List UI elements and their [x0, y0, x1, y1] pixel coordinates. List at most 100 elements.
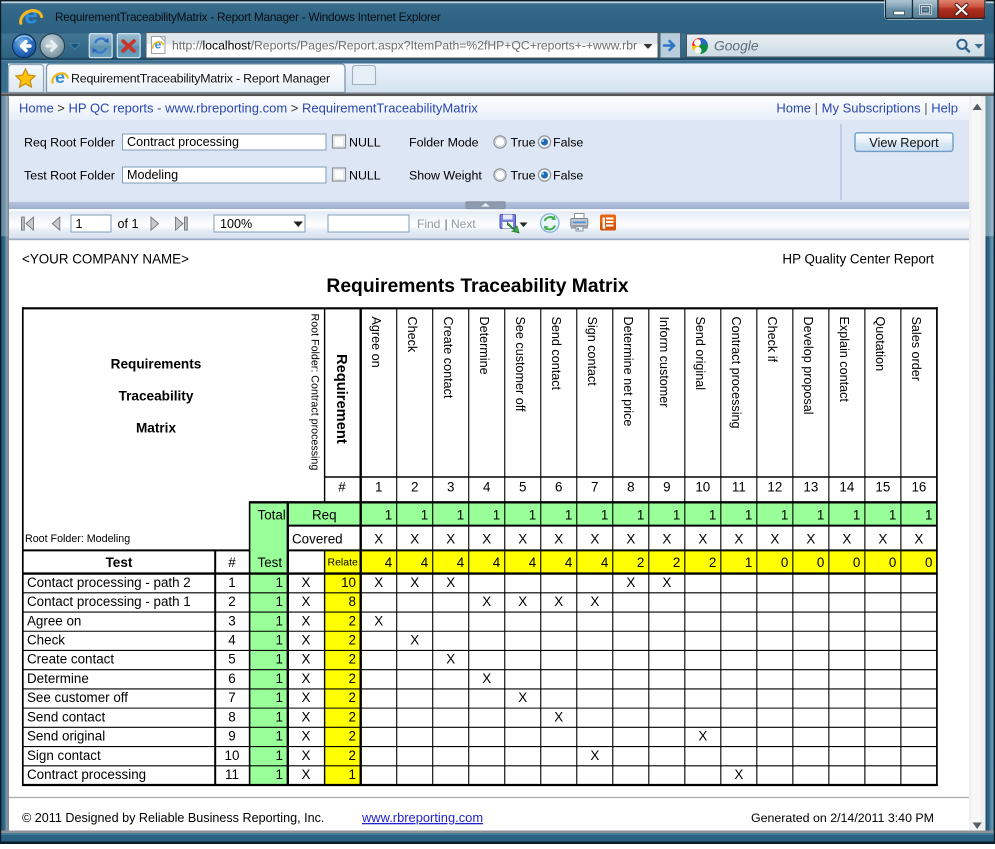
svg-text:X: X	[302, 767, 311, 782]
svg-text:10: 10	[225, 748, 240, 763]
svg-text:Requirements: Requirements	[111, 357, 202, 372]
svg-text:1: 1	[349, 767, 356, 782]
svg-text:1: 1	[276, 709, 283, 724]
svg-text:8: 8	[228, 709, 235, 724]
svg-text:11: 11	[732, 480, 746, 495]
svg-text:4: 4	[493, 555, 501, 570]
svg-text:Modeling: Modeling	[127, 168, 178, 182]
svg-text:12: 12	[767, 480, 782, 495]
svg-text:X: X	[554, 532, 563, 547]
svg-text:1: 1	[276, 633, 283, 648]
svg-text:Test: Test	[258, 555, 283, 570]
svg-text:5: 5	[228, 652, 235, 667]
svg-text:X: X	[698, 532, 707, 547]
svg-text:e: e	[155, 37, 162, 51]
svg-text:1: 1	[276, 690, 283, 705]
svg-text:2: 2	[673, 555, 680, 570]
svg-text:True: True	[511, 136, 536, 150]
svg-text:1: 1	[276, 613, 283, 628]
svg-text:8: 8	[349, 594, 356, 609]
svg-text:Determine: Determine	[477, 317, 491, 375]
svg-text:7: 7	[591, 480, 598, 495]
svg-text:1: 1	[457, 508, 464, 523]
svg-text:X: X	[446, 532, 455, 547]
svg-text:Relate: Relate	[328, 557, 359, 569]
svg-text:X: X	[698, 729, 707, 744]
svg-text:X: X	[590, 594, 599, 609]
svg-text:Send original: Send original	[27, 729, 105, 744]
svg-text:1: 1	[745, 555, 752, 570]
svg-text:1: 1	[276, 767, 283, 782]
svg-text:False: False	[553, 169, 583, 183]
svg-text:Send original: Send original	[693, 317, 707, 391]
svg-text:Req: Req	[312, 508, 337, 523]
svg-text:9: 9	[228, 729, 235, 744]
svg-text:Home | My Subscriptions | Help: Home | My Subscriptions | Help	[776, 101, 958, 116]
svg-text:Explain contact: Explain contact	[837, 317, 851, 403]
svg-text:1: 1	[817, 508, 824, 523]
svg-text:10: 10	[695, 480, 710, 495]
svg-text:Develop proposal: Develop proposal	[801, 317, 815, 415]
svg-text:View Report: View Report	[869, 135, 939, 150]
svg-text:11: 11	[225, 767, 239, 782]
svg-text:X: X	[482, 532, 491, 547]
svg-text:100%: 100%	[220, 217, 252, 231]
svg-text:1: 1	[276, 652, 283, 667]
svg-text:Test Root Folder: Test Root Folder	[24, 169, 115, 183]
svg-text:3: 3	[228, 613, 235, 628]
svg-text:of 1: of 1	[118, 217, 139, 231]
svg-text:RequirementTraceabilityMatrix: RequirementTraceabilityMatrix - Report M…	[55, 10, 441, 24]
svg-text:Root Folder: Contract processi: Root Folder: Contract processing	[309, 314, 321, 471]
svg-text:X: X	[410, 575, 419, 590]
svg-text:http://localhost/Reports/Pages: http://localhost/Reports/Pages/Report.as…	[172, 39, 637, 53]
svg-text:Requirement: Requirement	[333, 354, 349, 444]
svg-text:9: 9	[663, 480, 670, 495]
svg-text:Agree on: Agree on	[27, 613, 81, 628]
svg-text:Send contact: Send contact	[27, 709, 105, 724]
svg-text:2: 2	[228, 594, 235, 609]
svg-text:Google: Google	[714, 38, 759, 53]
svg-text:X: X	[302, 748, 311, 763]
svg-text:2: 2	[637, 555, 644, 570]
svg-text:X: X	[518, 690, 527, 705]
svg-text:© 2011 Designed by Reliable Bu: © 2011 Designed by Reliable Business Rep…	[22, 811, 324, 825]
svg-text:2: 2	[349, 748, 356, 763]
svg-text:1: 1	[276, 748, 283, 763]
svg-text:4: 4	[601, 555, 609, 570]
svg-text:Requirements Traceability Matr: Requirements Traceability Matrix	[326, 276, 628, 297]
svg-text:Show Weight: Show Weight	[409, 169, 482, 183]
svg-text:1: 1	[421, 508, 428, 523]
svg-text:X: X	[302, 594, 311, 609]
svg-text:10: 10	[341, 575, 356, 590]
svg-text:X: X	[734, 532, 743, 547]
svg-text:2: 2	[349, 613, 356, 628]
svg-text:Check if: Check if	[765, 317, 779, 363]
svg-text:0: 0	[781, 555, 788, 570]
svg-text:X: X	[590, 532, 599, 547]
svg-text:4: 4	[529, 555, 537, 570]
svg-text:5: 5	[519, 480, 526, 495]
svg-text:1: 1	[781, 508, 788, 523]
svg-text:X: X	[518, 594, 527, 609]
svg-text:X: X	[626, 532, 635, 547]
svg-text:0: 0	[889, 555, 896, 570]
svg-text:Sign contact: Sign contact	[585, 317, 599, 387]
svg-text:Traceability: Traceability	[119, 389, 194, 404]
svg-text:Matrix: Matrix	[136, 421, 176, 436]
svg-text:X: X	[374, 613, 383, 628]
svg-text:Determine net price: Determine net price	[621, 317, 635, 427]
svg-text:X: X	[410, 633, 419, 648]
svg-text:Root Folder: Modeling: Root Folder: Modeling	[25, 533, 130, 545]
svg-text:1: 1	[565, 508, 572, 523]
svg-text:4: 4	[421, 555, 429, 570]
svg-text:2: 2	[349, 652, 356, 667]
svg-text:Quotation: Quotation	[873, 317, 887, 372]
svg-text:X: X	[842, 532, 851, 547]
svg-text:1: 1	[493, 508, 500, 523]
svg-text:4: 4	[457, 555, 465, 570]
svg-text:3: 3	[447, 480, 454, 495]
svg-text:Folder Mode: Folder Mode	[409, 136, 479, 150]
svg-text:1: 1	[637, 508, 644, 523]
svg-text:Generated on 2/14/2011 3:40 PM: Generated on 2/14/2011 3:40 PM	[751, 811, 934, 825]
svg-text:Test: Test	[106, 555, 133, 570]
